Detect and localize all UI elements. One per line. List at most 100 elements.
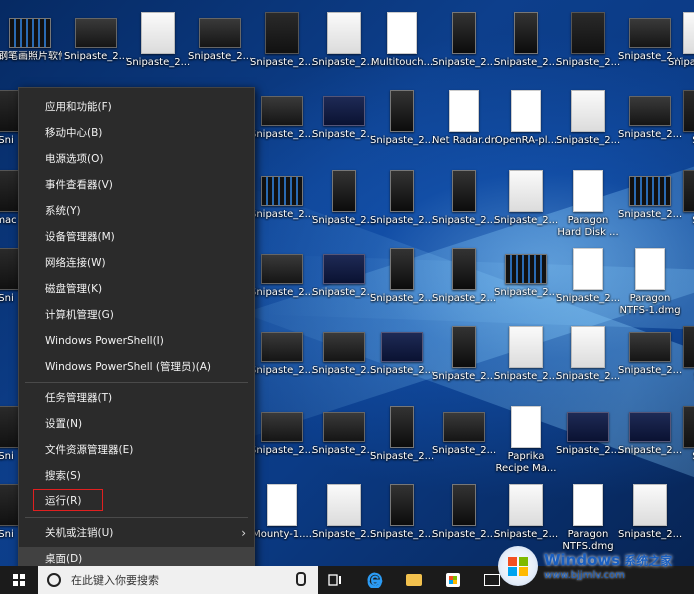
menu-item-network-connections[interactable]: 网络连接(W) <box>19 251 254 275</box>
desktop-icon[interactable]: Snipaste_2... <box>312 400 376 476</box>
file-thumbnail-icon <box>571 326 605 368</box>
menu-item-power-options[interactable]: 电源选项(O) <box>19 147 254 171</box>
desktop-icon[interactable]: Snipaste_2... <box>370 400 434 476</box>
desktop-icon[interactable]: Mounty-1.... <box>252 478 312 554</box>
file-thumbnail-icon <box>511 406 541 448</box>
menu-item-disk-management[interactable]: 磁盘管理(K) <box>19 277 254 301</box>
desktop-icon[interactable]: Snipaste_2... <box>312 164 376 240</box>
desktop-icon-label: Snipaste_2... <box>668 57 694 68</box>
desktop-icon[interactable]: Snipaste_2... <box>432 164 496 240</box>
file-explorer-icon[interactable] <box>405 571 423 589</box>
desktop-icon[interactable]: Snipaste_2... <box>312 320 376 396</box>
desktop-icon[interactable]: Snipaste_2... <box>312 242 376 318</box>
microphone-icon[interactable] <box>296 572 306 586</box>
desktop-icon[interactable]: Snipaste_2... <box>556 320 620 396</box>
file-thumbnail-icon <box>327 484 361 526</box>
desktop-icon[interactable]: Sni <box>670 400 694 476</box>
file-thumbnail-icon <box>629 18 671 48</box>
file-thumbnail-icon <box>509 326 543 368</box>
file-thumbnail-icon <box>390 248 414 290</box>
menu-item-computer-management[interactable]: 计算机管理(G) <box>19 303 254 327</box>
taskbar-search-box[interactable]: 在此键入你要搜索 <box>38 566 318 594</box>
desktop-icon[interactable]: Snipaste_2... <box>370 478 434 554</box>
desktop-icon[interactable]: Snipaste_2... <box>64 6 128 82</box>
desktop-icon[interactable]: Snipaste_2... <box>250 400 314 476</box>
menu-item-task-manager[interactable]: 任务管理器(T) <box>19 386 254 410</box>
desktop-icon-label: Snipaste_2... <box>432 529 496 540</box>
desktop-icon[interactable]: Snipaste_2... <box>494 242 558 318</box>
desktop-icon[interactable]: Net Radar.dmg <box>432 84 496 160</box>
desktop-icon[interactable]: Snipaste_2... <box>556 400 620 476</box>
desktop-icon[interactable]: Multitouch... <box>371 6 433 82</box>
desktop-icon[interactable]: Snipaste_2... <box>556 84 620 160</box>
file-thumbnail-icon <box>261 176 303 206</box>
desktop-icon[interactable]: Snipaste_2... <box>312 84 376 160</box>
file-thumbnail-icon <box>261 332 303 362</box>
desktop-icon[interactable]: Snipaste_2... <box>370 320 434 396</box>
menu-item-shutdown-signout[interactable]: 关机或注销(U) › <box>19 521 254 545</box>
desktop-icon-label: Snipaste_2... <box>556 57 620 68</box>
watermark-text: Windows 系统之家 www.bjjmlv.com <box>544 551 672 581</box>
file-thumbnail-icon <box>141 12 175 54</box>
desktop-icon-label: Snipaste_2... <box>126 57 190 68</box>
menu-separator <box>25 517 248 518</box>
desktop-icon[interactable]: Paprika Recipe Ma... <box>496 400 556 476</box>
desktop-icon[interactable]: Snipaste_2... <box>494 164 558 240</box>
task-view-icon[interactable] <box>326 571 344 589</box>
desktop-icon-label: Snipaste_2... <box>432 215 496 226</box>
desktop-icon[interactable]: Snipaste_2... <box>370 84 434 160</box>
file-thumbnail-icon <box>267 484 297 526</box>
desktop-icon[interactable]: Snipaste_2... <box>250 84 314 160</box>
menu-item-powershell[interactable]: Windows PowerShell(I) <box>19 329 254 353</box>
edge-browser-icon[interactable] <box>366 571 384 589</box>
file-thumbnail-icon <box>505 254 547 284</box>
desktop-icon[interactable]: Snipaste_2... <box>250 242 314 318</box>
desktop-icon-label: Snipaste_2... <box>370 451 434 462</box>
desktop-icon[interactable]: Snipaste_2... <box>432 6 496 82</box>
desktop-icon-label: 钢笔画照片软件 <box>0 51 62 62</box>
desktop-icon[interactable]: Snipaste_2... <box>312 478 376 554</box>
desktop-icon[interactable]: Sni <box>670 84 694 160</box>
desktop-icon[interactable]: Paragon Hard Disk ... <box>557 164 619 240</box>
menu-item-settings[interactable]: 设置(N) <box>19 412 254 436</box>
file-thumbnail-icon <box>390 406 414 448</box>
desktop-icon[interactable]: Snipaste_2... <box>250 164 314 240</box>
start-button[interactable] <box>0 566 38 594</box>
desktop-icon[interactable]: Sc <box>670 320 694 396</box>
desktop-icon[interactable]: Snipaste_2... <box>494 320 558 396</box>
menu-item-powershell-admin[interactable]: Windows PowerShell (管理员)(A) <box>19 355 254 379</box>
desktop-icon[interactable]: Snipaste_2... <box>370 242 434 318</box>
desktop-icon[interactable]: Snipaste_2... <box>126 6 190 82</box>
desktop-icon[interactable]: Snipaste_2... <box>432 478 496 554</box>
desktop-icon[interactable]: 钢笔画照片软件 <box>0 6 62 82</box>
menu-item-system[interactable]: 系统(Y) <box>19 199 254 223</box>
menu-item-search[interactable]: 搜索(S) <box>19 464 254 488</box>
desktop-icon[interactable]: Snipaste_2... <box>668 6 694 82</box>
menu-item-device-manager[interactable]: 设备管理器(M) <box>19 225 254 249</box>
desktop-icon-label: Snipaste_2... <box>312 215 376 226</box>
store-icon[interactable] <box>444 571 462 589</box>
menu-item-apps-features[interactable]: 应用和功能(F) <box>19 95 254 119</box>
desktop-icon[interactable]: Snipaste_2... <box>370 164 434 240</box>
file-thumbnail-icon <box>261 412 303 442</box>
desktop-icon[interactable]: Snipaste_2... <box>312 6 376 82</box>
chevron-right-icon: › <box>241 526 246 540</box>
desktop-icon[interactable]: Snipaste_2... <box>432 400 496 476</box>
desktop-icon-label: Snipaste_2... <box>250 129 314 140</box>
desktop-icon[interactable]: Snipaste_2... <box>250 320 314 396</box>
menu-item-mobility-center[interactable]: 移动中心(B) <box>19 121 254 145</box>
desktop-icon[interactable]: Snipaste_2... <box>432 242 496 318</box>
desktop-icon[interactable]: Snipaste_2... <box>250 6 314 82</box>
desktop-icon[interactable]: Snipaste_2... <box>188 6 252 82</box>
desktop-icon[interactable]: Paragon NTFS-1.dmg <box>619 242 681 318</box>
desktop-icon-label: Snipaste_2... <box>312 529 376 540</box>
menu-item-file-explorer[interactable]: 文件资源管理器(E) <box>19 438 254 462</box>
file-thumbnail-icon <box>629 176 671 206</box>
desktop-icon[interactable]: Snipaste_2... <box>556 6 620 82</box>
desktop-icon[interactable]: Snipaste_2... <box>494 6 558 82</box>
desktop-icon[interactable]: Snipaste_2... <box>556 242 620 318</box>
desktop-icon[interactable]: Snipaste_2... <box>432 320 496 396</box>
desktop-icon[interactable]: Sni <box>670 164 694 240</box>
menu-item-event-viewer[interactable]: 事件查看器(V) <box>19 173 254 197</box>
desktop-icon[interactable]: OpenRA-pl... <box>495 84 557 160</box>
